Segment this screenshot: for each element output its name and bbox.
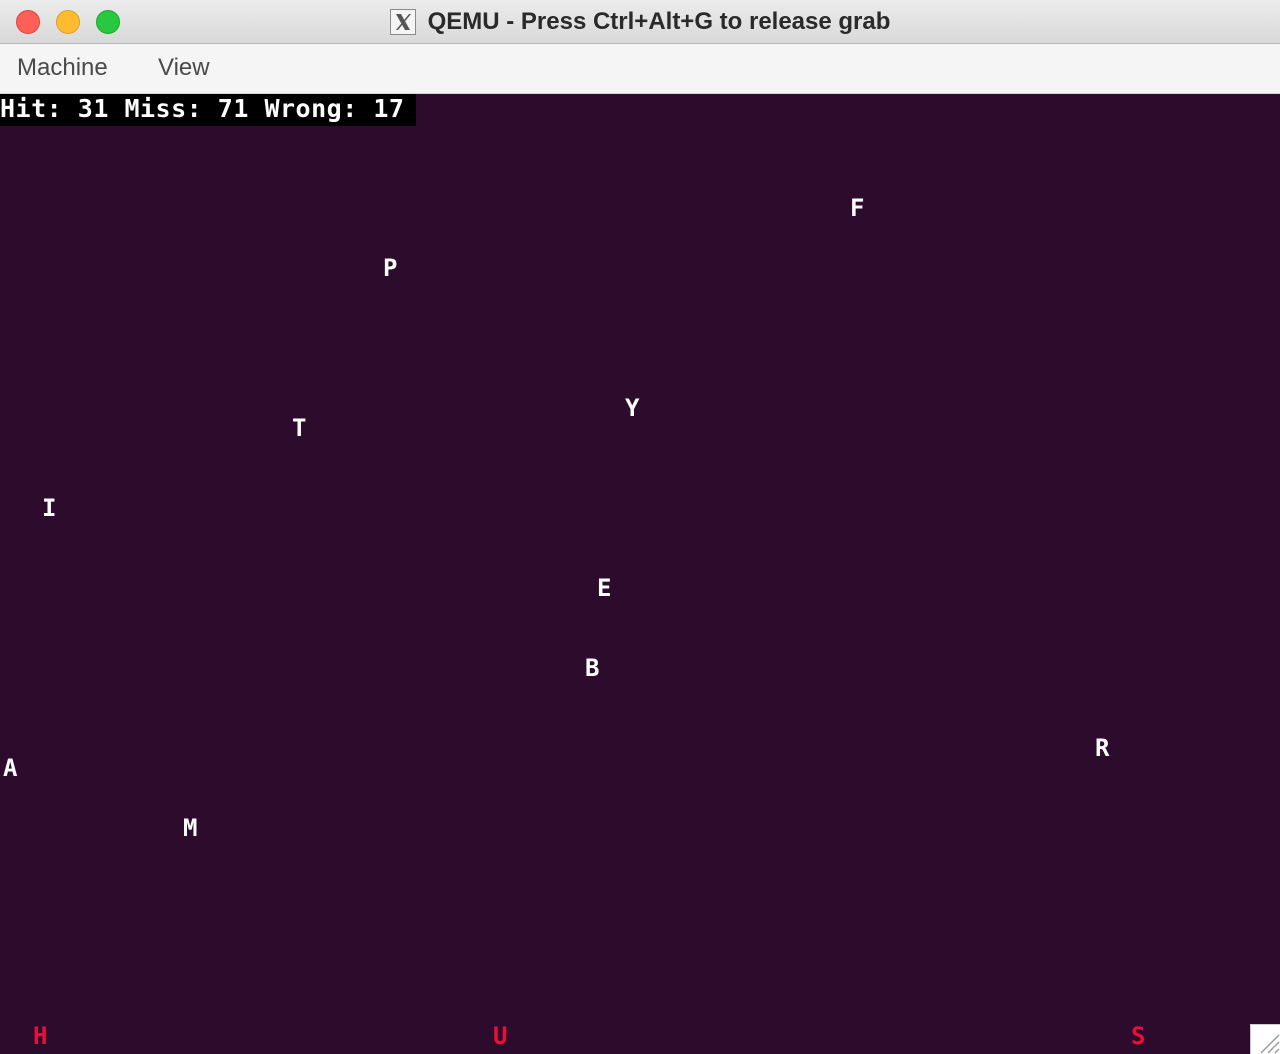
- landed-letter: S: [1131, 1022, 1146, 1050]
- qemu-window: QEMU - Press Ctrl+Alt+G to release grab …: [0, 0, 1280, 1054]
- falling-letter: A: [3, 754, 18, 782]
- emulator-display[interactable]: Hit: 31 Miss: 71 Wrong: 17 F P Y T I E B…: [0, 94, 1280, 1054]
- menu-view[interactable]: View: [158, 54, 210, 82]
- x11-app-icon: [389, 9, 416, 35]
- falling-letter: E: [597, 574, 612, 602]
- miss-count: 71: [217, 94, 249, 123]
- hit-label: Hit:: [0, 94, 63, 123]
- hit-count: 31: [77, 94, 109, 123]
- landed-letter: U: [493, 1022, 508, 1050]
- score-status: Hit: 31 Miss: 71 Wrong: 17: [0, 94, 416, 126]
- landed-letter: H: [33, 1022, 48, 1050]
- falling-letter: M: [183, 814, 198, 842]
- title-bar[interactable]: QEMU - Press Ctrl+Alt+G to release grab: [0, 0, 1280, 44]
- window-title: QEMU - Press Ctrl+Alt+G to release grab: [427, 8, 891, 35]
- miss-label: Miss:: [124, 94, 203, 123]
- wrong-count: 17: [373, 94, 405, 123]
- falling-letter: T: [292, 414, 307, 442]
- wrong-label: Wrong:: [264, 94, 358, 123]
- falling-letter: F: [850, 194, 865, 222]
- falling-letter: R: [1095, 734, 1110, 762]
- menu-machine[interactable]: Machine: [17, 54, 108, 82]
- falling-letter: I: [42, 494, 57, 522]
- falling-letter: B: [585, 654, 600, 682]
- resize-grip-icon[interactable]: [1250, 1024, 1280, 1054]
- menu-bar: Machine View: [0, 44, 1280, 94]
- falling-letter: P: [383, 254, 398, 282]
- falling-letter: Y: [625, 394, 640, 422]
